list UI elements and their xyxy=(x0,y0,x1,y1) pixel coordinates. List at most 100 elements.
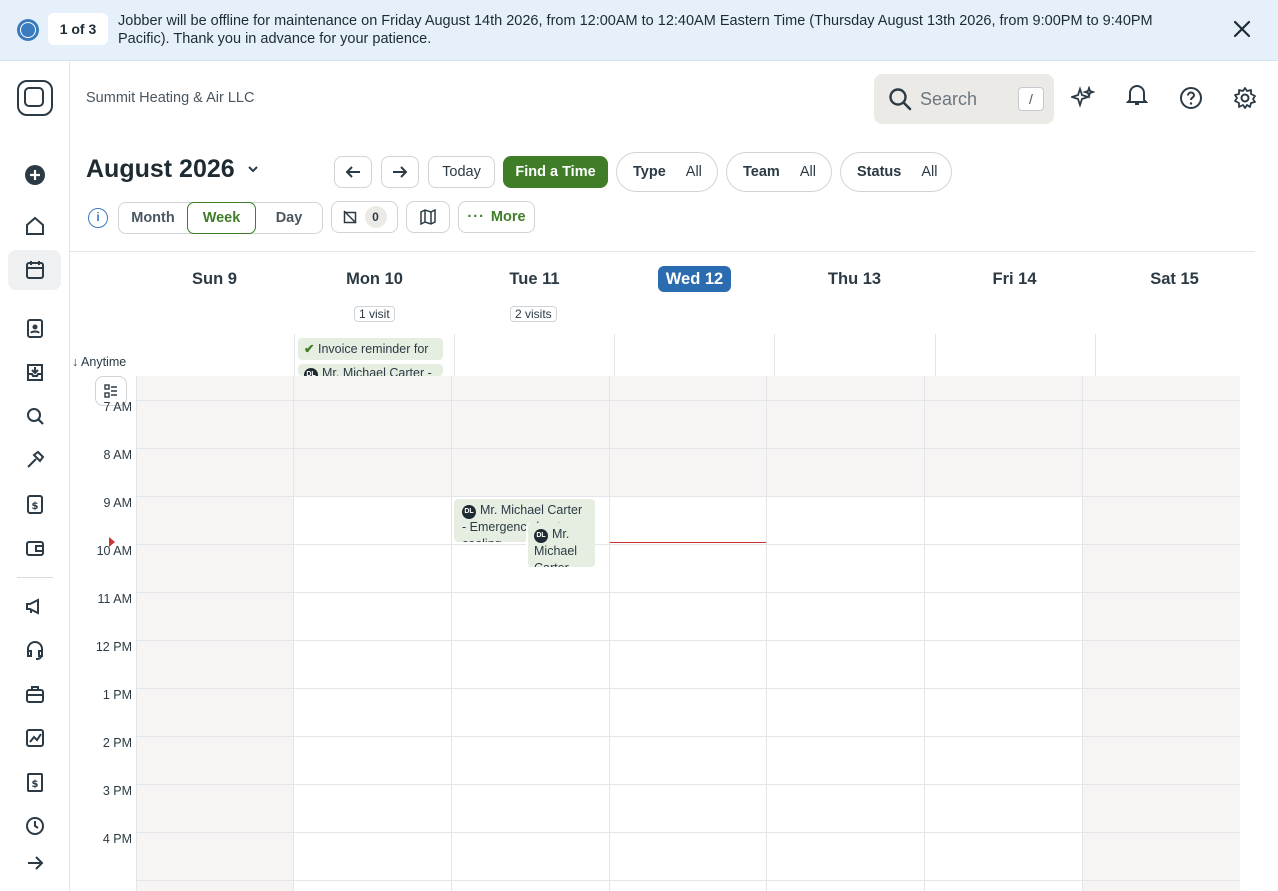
day-header-tue[interactable]: Tue 11 xyxy=(456,270,613,289)
hour-label: 11 AM xyxy=(97,592,132,606)
apps-briefcase-icon[interactable] xyxy=(8,674,61,714)
requests-inbox-icon[interactable] xyxy=(8,352,61,392)
more-dots-icon: ··· xyxy=(467,209,485,225)
chevron-down-icon[interactable] xyxy=(246,162,260,181)
day-header-wed-today[interactable]: Wed 12 xyxy=(616,266,773,292)
hour-gridline xyxy=(136,400,1240,401)
status-filter[interactable]: Status All xyxy=(840,152,952,192)
find-a-time-button[interactable]: Find a Time xyxy=(503,156,608,188)
unscheduled-button[interactable]: 0 xyxy=(331,201,398,233)
jobs-hammer-icon[interactable] xyxy=(8,440,61,480)
banner-pager[interactable]: 1 of 3 xyxy=(48,13,108,45)
previous-week-button[interactable] xyxy=(334,156,372,188)
hour-gridline xyxy=(136,640,1240,641)
help-question-icon[interactable] xyxy=(1179,86,1203,110)
create-plus-icon[interactable] xyxy=(8,155,61,195)
logo-icon[interactable] xyxy=(17,80,53,116)
quotes-search-icon[interactable] xyxy=(8,396,61,436)
view-month-tab[interactable]: Month xyxy=(119,203,187,233)
ai-sparkle-icon[interactable] xyxy=(1071,86,1095,110)
team-filter-value: All xyxy=(799,164,816,180)
avatar: DL xyxy=(304,368,318,376)
hour-label: 4 PM xyxy=(102,832,132,846)
expenses-icon[interactable]: $ xyxy=(8,762,61,802)
reports-chart-icon[interactable] xyxy=(8,718,61,758)
day-column[interactable] xyxy=(609,376,767,891)
hour-label: 8 AM xyxy=(103,448,133,462)
more-button[interactable]: ··· More xyxy=(458,201,535,233)
calendar-off-icon xyxy=(342,210,357,224)
search-icon xyxy=(888,87,912,116)
anytime-label: ↓ Anytime xyxy=(72,355,127,369)
day-column[interactable] xyxy=(1082,376,1240,891)
timesheets-clock-icon[interactable] xyxy=(8,806,61,846)
view-week-tab[interactable]: Week xyxy=(187,202,256,234)
info-icon[interactable]: i xyxy=(88,208,108,228)
support-headset-icon[interactable] xyxy=(8,630,61,670)
svg-text:$: $ xyxy=(31,779,38,790)
hour-gridline xyxy=(136,448,1240,449)
day-header-mon[interactable]: Mon 10 xyxy=(296,270,453,289)
check-icon: ✔ xyxy=(304,342,315,356)
anytime-event-visit[interactable]: DL Mr. Michael Carter - xyxy=(298,364,443,376)
type-filter-value: All xyxy=(685,164,702,180)
clients-icon[interactable] xyxy=(8,308,61,348)
hour-gridline xyxy=(136,832,1240,833)
hour-gridline xyxy=(136,592,1240,593)
expand-sidebar-arrow-icon[interactable] xyxy=(8,843,61,883)
arrow-left-icon xyxy=(345,166,360,178)
day-header-sat[interactable]: Sat 15 xyxy=(1096,270,1253,289)
settings-gear-icon[interactable] xyxy=(1233,86,1257,110)
team-filter[interactable]: Team All xyxy=(726,152,832,192)
day-header-fri[interactable]: Fri 14 xyxy=(936,270,1093,289)
calendar-event[interactable]: DLMr. Michael Carter - Rep xyxy=(526,523,595,567)
company-name: Summit Heating & Air LLC xyxy=(86,90,255,106)
view-day-tab[interactable]: Day xyxy=(256,203,322,233)
payments-wallet-icon[interactable] xyxy=(8,528,61,568)
hour-label: 7 AM xyxy=(103,400,133,414)
day-column[interactable] xyxy=(451,376,609,891)
invoices-icon[interactable]: $ xyxy=(8,484,61,524)
hour-gridline xyxy=(136,784,1240,785)
hour-gridline xyxy=(136,880,1240,881)
day-header-sun[interactable]: Sun 9 xyxy=(136,270,293,289)
visit-count-badge-mon: 1 visit xyxy=(354,306,395,322)
list-icon xyxy=(104,384,117,398)
svg-text:$: $ xyxy=(31,501,38,512)
anytime-column xyxy=(454,334,455,376)
avatar: DL xyxy=(534,529,548,543)
search-input[interactable]: Search / xyxy=(874,74,1054,124)
day-column[interactable] xyxy=(924,376,1082,891)
day-column[interactable] xyxy=(293,376,451,891)
week-time-grid[interactable] xyxy=(136,376,1240,891)
map-view-button[interactable] xyxy=(406,201,450,233)
unscheduled-count: 0 xyxy=(364,206,387,228)
schedule-calendar-icon[interactable] xyxy=(8,250,61,290)
month-title[interactable]: August 2026 xyxy=(86,155,235,184)
day-column[interactable] xyxy=(766,376,924,891)
info-icon xyxy=(17,19,39,41)
hour-label: 2 PM xyxy=(102,736,132,750)
today-button[interactable]: Today xyxy=(428,156,495,188)
anytime-column xyxy=(1095,334,1096,376)
hour-label: 12 PM xyxy=(95,640,132,654)
search-shortcut-key: / xyxy=(1018,87,1044,111)
team-filter-label: Team xyxy=(743,164,780,180)
event-title: Mr. Michael Carter - xyxy=(322,366,432,376)
day-header-thu[interactable]: Thu 13 xyxy=(776,270,933,289)
type-filter[interactable]: Type All xyxy=(616,152,718,192)
next-week-button[interactable] xyxy=(381,156,419,188)
close-icon[interactable] xyxy=(1230,18,1254,42)
more-label: More xyxy=(490,209,526,225)
day-column[interactable] xyxy=(136,376,294,891)
anytime-event-invoice-reminder[interactable]: ✔ Invoice reminder for xyxy=(298,338,443,360)
notifications-bell-icon[interactable] xyxy=(1125,83,1149,107)
home-icon[interactable] xyxy=(8,206,61,246)
avatar: DL xyxy=(462,505,476,519)
arrow-right-icon xyxy=(393,166,408,178)
hour-label: 3 PM xyxy=(102,784,132,798)
marketing-megaphone-icon[interactable] xyxy=(8,586,61,626)
view-switcher: Month Week Day xyxy=(118,202,323,234)
hour-label: 9 AM xyxy=(103,496,133,510)
status-filter-label: Status xyxy=(857,164,902,180)
